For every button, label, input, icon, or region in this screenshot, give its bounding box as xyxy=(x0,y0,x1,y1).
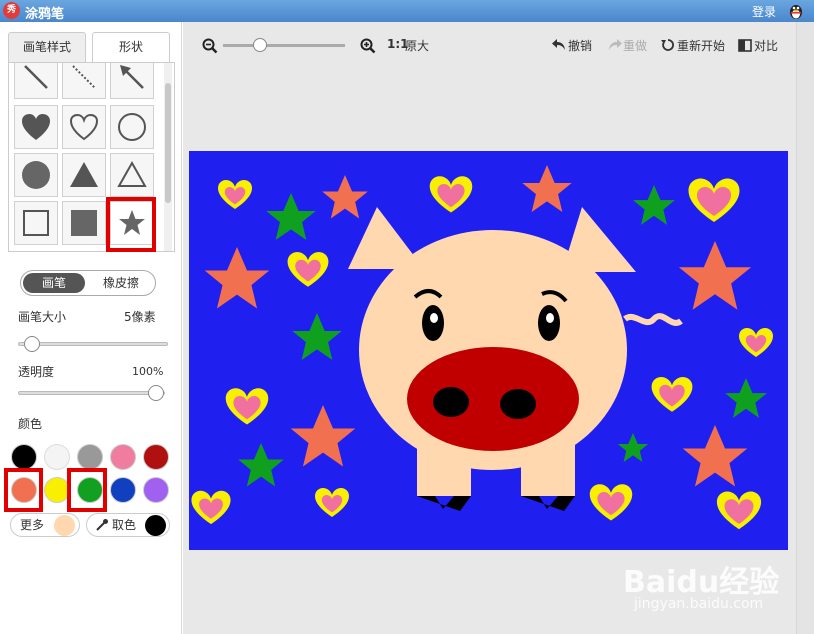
actual-size-button[interactable]: 原大 xyxy=(405,37,429,54)
square-outline-icon xyxy=(23,210,49,236)
zoom-slider-knob[interactable] xyxy=(253,38,267,52)
login-link[interactable]: 登录 xyxy=(752,3,776,20)
compare-button[interactable]: 对比 xyxy=(754,37,778,54)
eyedropper-icon xyxy=(96,519,108,531)
scroll-thumb[interactable] xyxy=(165,83,171,203)
line-icon xyxy=(24,65,48,89)
color-swatch[interactable] xyxy=(11,444,37,470)
tab-brush-style[interactable]: 画笔样式 xyxy=(8,32,86,62)
shape-circle-filled-button[interactable] xyxy=(14,153,58,197)
arrow-icon xyxy=(120,65,144,89)
triangle-outline-icon xyxy=(117,160,147,187)
circle-outline-icon xyxy=(118,113,146,141)
undo-icon[interactable] xyxy=(551,38,567,52)
color-swatch[interactable] xyxy=(110,444,136,470)
redo-button[interactable]: 重做 xyxy=(623,37,647,54)
main-area: 1:1 原大 撤销 重做 重新开始 对比 Baidu经验 jingyan.bai… xyxy=(183,22,814,634)
green-swatch-highlight xyxy=(67,468,107,512)
picked-color-swatch xyxy=(145,515,166,536)
color-swatch[interactable] xyxy=(77,444,103,470)
shape-dashed-line-button[interactable] xyxy=(62,63,106,99)
opacity-slider-knob[interactable] xyxy=(148,385,164,401)
square-filled-icon xyxy=(71,210,97,236)
opacity-slider[interactable] xyxy=(18,391,165,395)
zoom-slider[interactable] xyxy=(223,44,345,47)
shape-triangle-filled-button[interactable] xyxy=(62,153,106,197)
dashed-line-icon xyxy=(72,65,96,89)
color-swatch[interactable] xyxy=(44,444,70,470)
shape-grid-scrollbar[interactable] xyxy=(164,63,172,251)
compare-icon[interactable] xyxy=(738,39,752,52)
circle-filled-icon xyxy=(22,161,50,189)
color-swatch[interactable] xyxy=(110,477,136,503)
shape-square-outline-button[interactable] xyxy=(14,201,58,245)
restart-icon[interactable] xyxy=(661,38,675,52)
main-scrollbar[interactable] xyxy=(796,22,814,634)
shape-square-filled-button[interactable] xyxy=(62,201,106,245)
shape-triangle-outline-button[interactable] xyxy=(110,153,154,197)
color-label: 颜色 xyxy=(18,417,43,431)
opacity-value: 100% xyxy=(132,365,164,378)
drawing-artwork: Baidu经验 xyxy=(191,165,773,530)
qq-penguin-icon[interactable] xyxy=(786,1,806,21)
selected-star-highlight xyxy=(106,197,156,252)
color-swatch[interactable] xyxy=(143,477,169,503)
shape-circle-outline-button[interactable] xyxy=(110,105,154,149)
undo-button[interactable]: 撤销 xyxy=(568,37,592,54)
current-color-swatch xyxy=(54,515,75,536)
heart-filled-icon xyxy=(22,114,50,140)
app-logo-icon: 秀 xyxy=(3,2,20,19)
drawing-canvas[interactable]: Baidu经验 xyxy=(189,151,788,550)
brush-size-value: 5像素 xyxy=(124,310,156,324)
brush-size-slider-knob[interactable] xyxy=(24,336,40,352)
pen-mode-button[interactable]: 画笔 xyxy=(23,273,85,293)
shape-arrow-button[interactable] xyxy=(110,63,154,99)
pick-color-button[interactable]: 取色 xyxy=(86,513,170,537)
heart-outline-icon xyxy=(69,113,99,141)
title-bar: 秀 涂鸦笔 登录 xyxy=(0,0,814,22)
watermark-logo: Baidu经验 xyxy=(623,565,780,600)
brush-size-slider[interactable] xyxy=(18,342,168,346)
toolbar: 1:1 原大 撤销 重做 重新开始 对比 xyxy=(183,22,814,62)
watermark-url: jingyan.baidu.com xyxy=(634,596,764,612)
restart-button[interactable]: 重新开始 xyxy=(677,37,725,54)
more-colors-label: 更多 xyxy=(20,518,45,532)
triangle-filled-icon xyxy=(70,162,98,187)
more-colors-button[interactable]: 更多 xyxy=(10,513,80,537)
shape-heart-outline-button[interactable] xyxy=(62,105,106,149)
shape-line-button[interactable] xyxy=(14,63,58,99)
app-title: 涂鸦笔 xyxy=(25,7,65,22)
eraser-mode-button[interactable]: 橡皮擦 xyxy=(89,273,153,293)
brush-size-label: 画笔大小 xyxy=(18,310,67,324)
redo-icon[interactable] xyxy=(607,38,623,52)
left-panel: 画笔样式 形状 画笔 橡皮擦 画笔大小 5像素 透明度 100% 颜色 更多 取… xyxy=(0,22,182,634)
pick-color-label: 取色 xyxy=(112,518,137,532)
zoom-out-icon[interactable] xyxy=(202,38,218,54)
pig-drawing xyxy=(348,207,683,511)
shape-heart-filled-button[interactable] xyxy=(14,105,58,149)
brush-mode-toggle: 画笔 橡皮擦 xyxy=(20,270,156,296)
zoom-in-icon[interactable] xyxy=(360,38,376,54)
color-swatch[interactable] xyxy=(143,444,169,470)
tab-shape[interactable]: 形状 xyxy=(92,32,170,63)
opacity-label: 透明度 xyxy=(18,365,55,379)
orange-swatch-highlight xyxy=(4,468,43,512)
